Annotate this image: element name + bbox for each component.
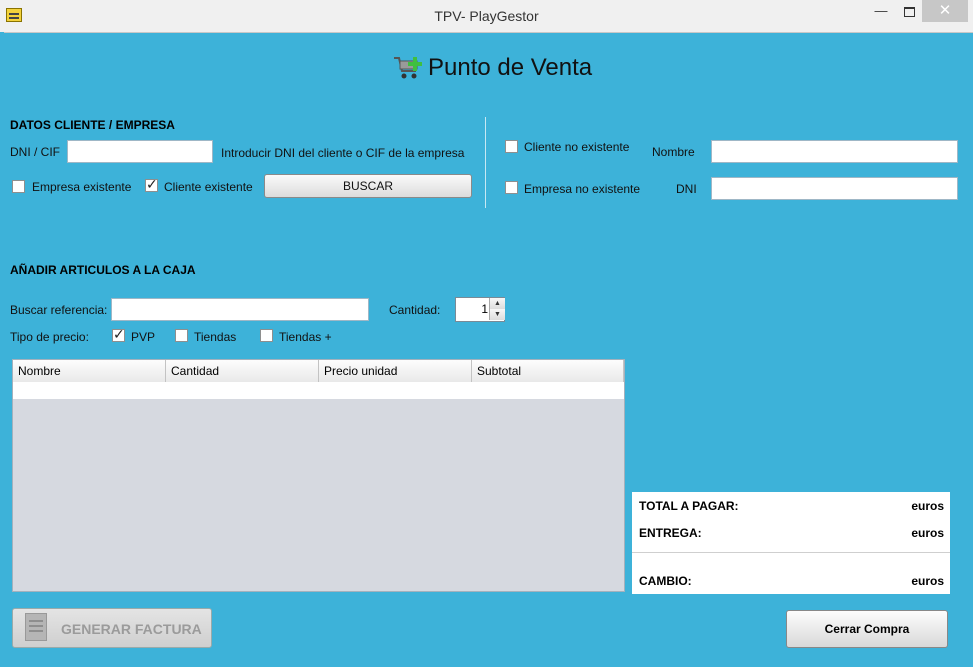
window-title: TPV- PlayGestor xyxy=(434,8,539,24)
dni-input[interactable] xyxy=(711,177,958,200)
cliente-existente-label: Cliente existente xyxy=(164,180,253,194)
total-label: TOTAL A PAGAR: xyxy=(639,499,739,513)
column-header-subtotal[interactable]: Subtotal xyxy=(472,360,624,382)
close-window-button[interactable]: ✕ xyxy=(922,0,968,22)
totals-divider xyxy=(632,552,950,553)
table-header: Nombre Cantidad Precio unidad Subtotal xyxy=(13,360,624,383)
empresa-existente-label: Empresa existente xyxy=(32,180,132,194)
empresa-no-existente-checkbox[interactable] xyxy=(505,181,518,194)
cantidad-label: Cantidad: xyxy=(389,303,441,317)
empresa-no-existente-label: Empresa no existente xyxy=(524,182,641,196)
section-divider xyxy=(485,117,486,208)
total-unit: euros xyxy=(911,499,944,513)
dni-cif-input[interactable] xyxy=(67,140,213,163)
quantity-stepper[interactable]: 1 ▲ ▼ xyxy=(455,297,505,322)
shopping-cart-add-icon xyxy=(392,53,424,83)
table-row[interactable] xyxy=(13,382,624,399)
cliente-existente-checkbox[interactable] xyxy=(145,176,158,193)
tiendas-plus-checkbox[interactable] xyxy=(260,329,273,342)
entrega-label: ENTREGA: xyxy=(639,526,702,540)
tipo-precio-label: Tipo de precio: xyxy=(10,330,89,344)
articles-table[interactable]: Nombre Cantidad Precio unidad Subtotal xyxy=(12,359,625,592)
pvp-checkbox[interactable] xyxy=(112,326,125,343)
column-header-nombre[interactable]: Nombre xyxy=(13,360,166,382)
invoice-icon xyxy=(25,613,47,641)
dni-cif-label: DNI / CIF xyxy=(10,145,60,159)
page-header: Punto de Venta xyxy=(392,52,592,84)
cliente-no-existente-label: Cliente no existente xyxy=(524,140,630,154)
tiendas-plus-label: Tiendas + xyxy=(279,330,332,344)
generar-factura-button[interactable]: GENERAR FACTURA xyxy=(12,608,212,648)
dni-label: DNI xyxy=(676,182,697,196)
cliente-no-existente-checkbox[interactable] xyxy=(505,140,518,153)
pvp-label: PVP xyxy=(131,330,156,344)
buscar-button[interactable]: BUSCAR xyxy=(264,174,472,198)
nombre-label: Nombre xyxy=(652,145,695,159)
window-titlebar: TPV- PlayGestor — ✕ xyxy=(0,0,973,33)
empresa-existente-checkbox[interactable] xyxy=(12,180,25,193)
page-title: Punto de Venta xyxy=(428,54,593,81)
quantity-value[interactable]: 1 xyxy=(456,298,488,321)
dni-hint-text: Introducir DNI del cliente o CIF de la e… xyxy=(221,146,465,160)
reference-search-input[interactable] xyxy=(111,298,369,321)
nombre-input[interactable] xyxy=(711,140,958,163)
tiendas-checkbox[interactable] xyxy=(175,329,188,342)
entrega-unit: euros xyxy=(911,526,944,540)
maximize-icon xyxy=(903,7,915,17)
generar-factura-label: GENERAR FACTURA xyxy=(61,621,202,637)
minimize-button[interactable]: — xyxy=(866,0,896,22)
buscar-referencia-label: Buscar referencia: xyxy=(10,303,108,317)
cerrar-compra-button[interactable]: Cerrar Compra xyxy=(786,610,948,648)
spinner-down-icon[interactable]: ▼ xyxy=(489,309,505,320)
cambio-unit: euros xyxy=(911,574,944,588)
client-section-title: DATOS CLIENTE / EMPRESA xyxy=(10,118,175,132)
articles-section-title: AÑADIR ARTICULOS A LA CAJA xyxy=(10,263,196,277)
tiendas-label: Tiendas xyxy=(194,330,237,344)
column-header-precio-unidad[interactable]: Precio unidad xyxy=(319,360,472,382)
column-header-cantidad[interactable]: Cantidad xyxy=(166,360,319,382)
totals-panel: TOTAL A PAGAR: euros ENTREGA: euros CAMB… xyxy=(632,492,950,594)
cambio-label: CAMBIO: xyxy=(639,574,692,588)
maximize-button[interactable] xyxy=(894,0,924,22)
